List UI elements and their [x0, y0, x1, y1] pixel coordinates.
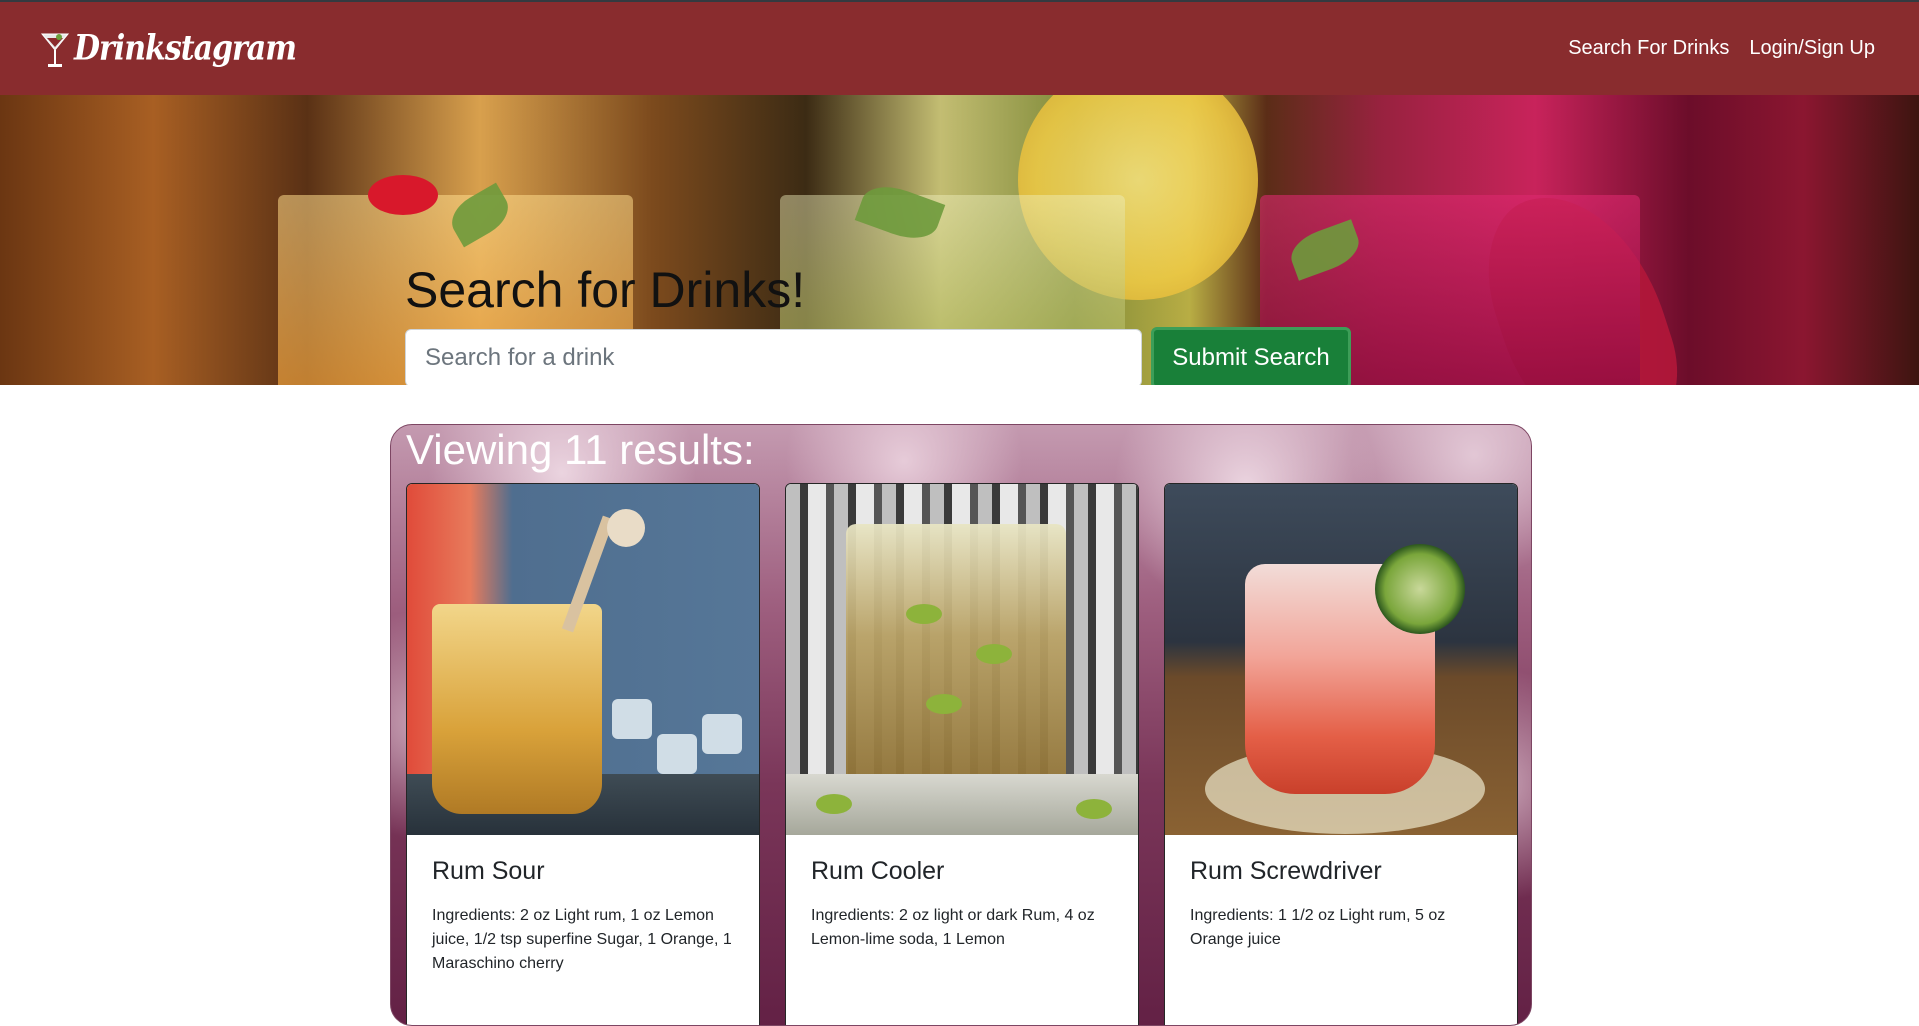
search-form: Submit Search	[405, 327, 1355, 385]
hero-banner: Search for Drinks! Submit Search	[0, 95, 1919, 385]
drink-name: Rum Screwdriver	[1190, 857, 1382, 885]
drink-card[interactable]: Rum Cooler Ingredients: 2 oz light or da…	[785, 483, 1139, 1025]
results-panel: Viewing 11 results: Rum Sour Ingredients…	[390, 424, 1532, 1026]
nav-search-for-drinks[interactable]: Search For Drinks	[1568, 37, 1729, 60]
nav-login-signup[interactable]: Login/Sign Up	[1749, 37, 1875, 60]
search-title: Search for Drinks!	[405, 262, 806, 318]
drink-image	[786, 484, 1138, 835]
submit-search-button[interactable]: Submit Search	[1151, 327, 1351, 385]
navbar: Drinkstagram Search For Drinks Login/Sig…	[0, 2, 1919, 95]
card-body: Rum Sour Ingredients: 2 oz Light rum, 1 …	[407, 835, 759, 998]
drink-image	[407, 484, 759, 835]
drink-card[interactable]: Rum Screwdriver Ingredients: 1 1/2 oz Li…	[1164, 483, 1518, 1025]
drink-ingredients: Ingredients: 1 1/2 oz Light rum, 5 oz Or…	[1190, 907, 1446, 948]
card-body: Rum Screwdriver Ingredients: 1 1/2 oz Li…	[1165, 835, 1517, 974]
martini-glass-icon	[40, 33, 70, 67]
brand-name: Drinkstagram	[74, 28, 297, 69]
drink-name: Rum Sour	[432, 857, 545, 885]
search-input[interactable]	[405, 329, 1142, 385]
drink-card[interactable]: Rum Sour Ingredients: 2 oz Light rum, 1 …	[406, 483, 760, 1025]
search-section: Search for Drinks! Submit Search	[405, 265, 1355, 385]
brand-logo[interactable]: Drinkstagram	[40, 28, 297, 70]
drink-ingredients: Ingredients: 2 oz light or dark Rum, 4 o…	[811, 907, 1095, 948]
hero-cherry-decoration	[368, 175, 438, 215]
drink-name: Rum Cooler	[811, 857, 945, 885]
card-body: Rum Cooler Ingredients: 2 oz light or da…	[786, 835, 1138, 974]
drink-image	[1165, 484, 1517, 835]
nav-links: Search For Drinks Login/Sign Up	[1568, 37, 1875, 60]
results-count-heading: Viewing 11 results:	[406, 426, 755, 473]
drink-ingredients: Ingredients: 2 oz Light rum, 1 oz Lemon …	[432, 907, 732, 972]
